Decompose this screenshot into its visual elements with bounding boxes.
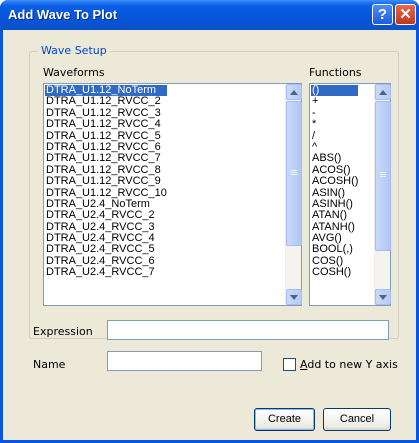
grip-line bbox=[380, 172, 386, 173]
list-item[interactable]: / bbox=[311, 130, 358, 142]
add-to-new-y-axis-checkbox[interactable] bbox=[283, 358, 296, 371]
functions-scrollbar[interactable] bbox=[374, 84, 391, 305]
help-button[interactable]: ? bbox=[372, 4, 393, 25]
help-icon: ? bbox=[377, 6, 388, 23]
grip-line bbox=[291, 170, 297, 171]
list-item[interactable]: + bbox=[311, 95, 358, 107]
waveforms-scrollbar[interactable] bbox=[285, 84, 302, 305]
dialog-title: Add Wave To Plot bbox=[8, 7, 118, 22]
list-item[interactable]: ATAN() bbox=[311, 209, 358, 221]
functions-list[interactable]: () + - * / ^ ABS() ACOS() ACOSH() ASIN() ASINH() AT… bbox=[309, 83, 391, 306]
grip-line bbox=[380, 174, 386, 175]
chevron-up-icon bbox=[290, 90, 298, 95]
dialog-client-area: Wave Setup Waveforms Functions DTRA_U1.1… bbox=[3, 30, 416, 440]
name-input[interactable] bbox=[107, 351, 262, 371]
waveforms-scroll-down-button[interactable] bbox=[286, 289, 302, 305]
add-to-new-y-axis-label[interactable]: Add to new Y axis bbox=[300, 358, 398, 371]
list-item[interactable]: DTRA_U1.12_RVCC_9 bbox=[45, 175, 167, 187]
close-button[interactable]: ✕ bbox=[395, 4, 416, 25]
functions-items: () + - * / ^ ABS() ACOS() ACOSH() ASIN() ASINH() AT… bbox=[311, 84, 359, 279]
expression-input[interactable] bbox=[107, 320, 389, 340]
chevron-down-icon bbox=[290, 295, 298, 300]
list-item[interactable]: DTRA_U2.4_RVCC_2 bbox=[45, 209, 167, 221]
chevron-down-icon bbox=[379, 295, 387, 300]
waveforms-label: Waveforms bbox=[43, 66, 105, 79]
list-item[interactable]: () bbox=[311, 84, 359, 97]
add-to-new-y-axis-text: dd to new Y axis bbox=[307, 358, 398, 371]
create-button[interactable]: Create bbox=[254, 408, 315, 431]
functions-scroll-up-button[interactable] bbox=[375, 84, 391, 100]
grip-line bbox=[380, 176, 386, 177]
expression-label: Expression bbox=[33, 325, 93, 338]
close-icon: ✕ bbox=[399, 6, 412, 23]
waveforms-items: DTRA_U1.12_NoTerm DTRA_U1.12_RVCC_2 DTRA_U… bbox=[45, 84, 167, 279]
list-item[interactable]: * bbox=[311, 118, 358, 130]
functions-scroll-thumb[interactable] bbox=[375, 101, 391, 251]
functions-label: Functions bbox=[309, 66, 362, 79]
list-item[interactable]: DTRA_U1.12_RVCC_4 bbox=[45, 118, 167, 130]
name-label: Name bbox=[33, 358, 66, 371]
waveforms-scroll-up-button[interactable] bbox=[286, 84, 302, 100]
list-item[interactable]: - bbox=[311, 107, 358, 119]
list-item[interactable]: COSH() bbox=[311, 266, 358, 278]
wave-setup-title: Wave Setup bbox=[38, 44, 110, 57]
functions-scroll-down-button[interactable] bbox=[375, 289, 391, 305]
grip-line bbox=[291, 172, 297, 173]
grip-line bbox=[291, 174, 297, 175]
chevron-up-icon bbox=[379, 90, 387, 95]
cancel-button[interactable]: Cancel bbox=[323, 408, 391, 431]
list-item[interactable]: ACOSH() bbox=[311, 175, 358, 187]
waveforms-scroll-thumb[interactable] bbox=[286, 101, 302, 246]
list-item[interactable]: DTRA_U2.4_RVCC_7 bbox=[45, 266, 167, 278]
waveforms-list[interactable]: DTRA_U1.12_NoTerm DTRA_U1.12_RVCC_2 DTRA_U… bbox=[43, 83, 302, 306]
dialog-window: Add Wave To Plot ? ✕ Wave Setup Waveform… bbox=[0, 0, 419, 443]
title-bar[interactable]: Add Wave To Plot ? ✕ bbox=[0, 0, 419, 30]
